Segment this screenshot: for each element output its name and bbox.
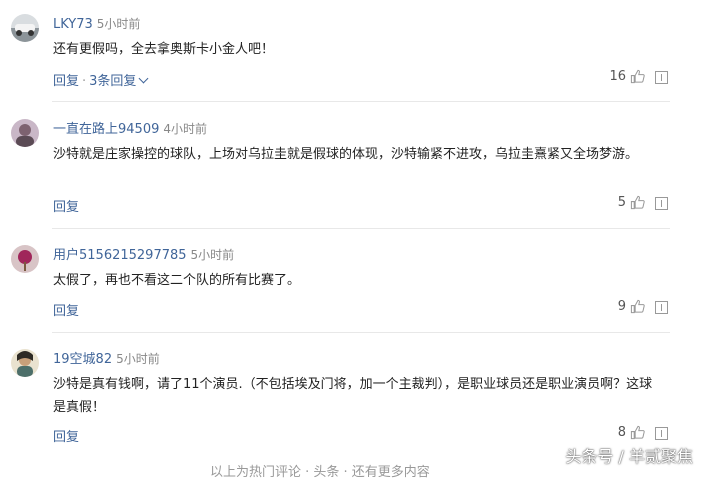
like-button[interactable]: 8 — [618, 425, 645, 440]
timestamp: 4小时前 — [163, 122, 207, 136]
timestamp: 5小时前 — [190, 248, 235, 262]
reply-button[interactable]: 回复 — [53, 200, 79, 215]
comment-text: 太假了，再也不看这二个队的所有比赛了。 — [53, 273, 301, 288]
comment-actions: 回复 — [53, 426, 79, 445]
divider — [52, 332, 670, 333]
comment-text: 沙特就是庄家操控的球队，上场对乌拉圭就是假球的体现，沙特输紧不进攻，乌拉圭熹紧又… — [53, 147, 639, 162]
username[interactable]: LKY73 — [53, 17, 93, 32]
thumbs-up-icon[interactable] — [630, 195, 645, 210]
username[interactable]: 用户5156215297785 — [53, 248, 187, 263]
like-count: 8 — [617, 425, 626, 440]
thumbs-up-icon[interactable] — [630, 299, 645, 314]
avatar[interactable] — [11, 349, 39, 377]
more-comments-hint[interactable]: 以上为热门评论 · 头条 · 还有更多内容 — [210, 461, 430, 480]
timestamp: 5小时前 — [96, 17, 141, 31]
thumbs-up-icon[interactable] — [630, 69, 645, 84]
comment-meta: LKY73 5小时前 — [53, 16, 140, 33]
comment-meta: 一直在路上94509 4小时前 — [53, 121, 207, 138]
watermark: 头条号 / 羊贰聚焦 — [565, 447, 693, 466]
reply-button[interactable]: 回复 — [53, 430, 79, 445]
timestamp: 5小时前 — [116, 352, 160, 366]
divider — [52, 101, 670, 102]
avatar[interactable] — [11, 14, 39, 42]
comment-text: 沙特是真有钱啊，请了11个演员.（不包括埃及门将，加一个主裁判），是职业球员还是… — [53, 377, 653, 415]
like-button[interactable]: 9 — [618, 299, 645, 314]
like-count: 16 — [609, 69, 626, 84]
like-button[interactable]: 5 — [618, 195, 645, 210]
like-count: 9 — [617, 299, 626, 314]
comment-actions: 回复 — [53, 300, 79, 319]
chevron-down-icon[interactable] — [138, 73, 149, 84]
divider — [52, 228, 670, 229]
reply-button[interactable]: 回复 — [53, 304, 79, 319]
report-icon[interactable] — [655, 71, 668, 84]
like-count: 5 — [617, 195, 626, 210]
comment-actions: 回复 · 3条回复 — [53, 70, 149, 89]
reply-button[interactable]: 回复 — [53, 74, 79, 89]
report-icon[interactable] — [655, 301, 668, 314]
username[interactable]: 19空城82 — [53, 352, 112, 367]
report-icon[interactable] — [655, 197, 668, 210]
comment-actions: 回复 — [53, 196, 79, 215]
avatar[interactable] — [11, 119, 39, 147]
avatar[interactable] — [11, 245, 39, 273]
comment-meta: 19空城82 5小时前 — [53, 351, 160, 368]
comment-text: 还有更假吗，全去拿奥斯卡小金人吧！ — [53, 42, 275, 57]
comment-meta: 用户5156215297785 5小时前 — [53, 247, 234, 264]
like-button[interactable]: 16 — [609, 69, 645, 84]
view-replies-button[interactable]: 3条回复 — [89, 74, 136, 89]
username[interactable]: 一直在路上94509 — [53, 122, 159, 137]
thumbs-up-icon[interactable] — [630, 425, 645, 440]
report-icon[interactable] — [655, 427, 668, 440]
